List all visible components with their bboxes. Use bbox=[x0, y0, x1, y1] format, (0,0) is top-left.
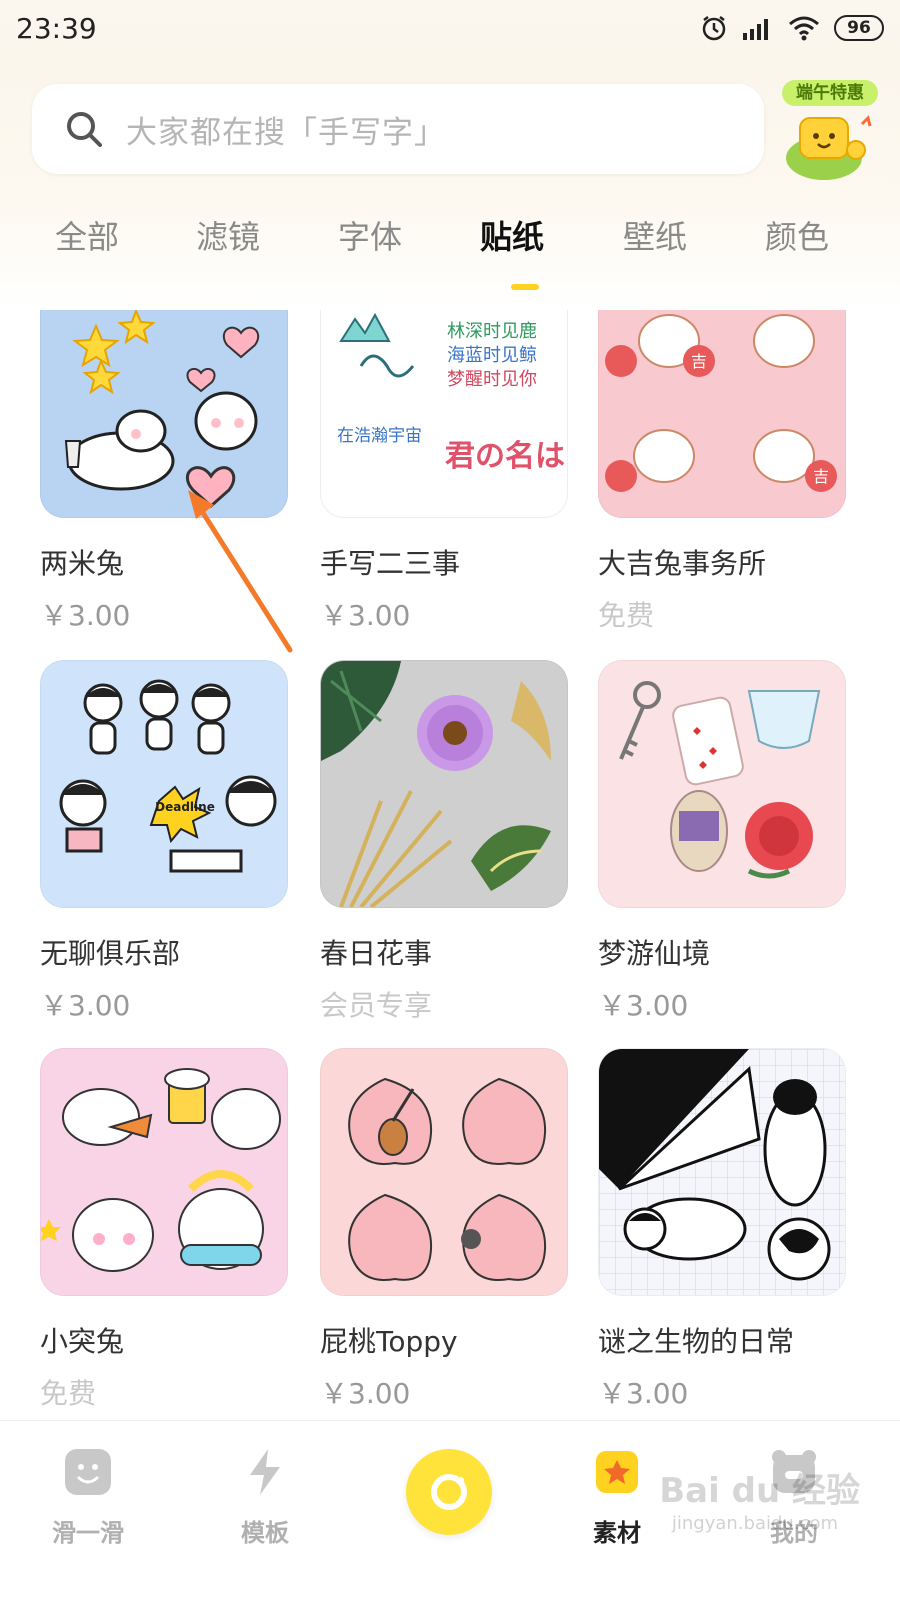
sticker-price: 免费 bbox=[40, 1377, 97, 1410]
tab-fonts[interactable]: 字体 bbox=[310, 212, 430, 258]
sticker-card[interactable]: 屁桃Toppy ￥3.00 bbox=[320, 1048, 568, 1412]
handwriting-line: 君の名は bbox=[445, 439, 565, 474]
category-tabs: 全部 滤镜 字体 贴纸 壁纸 颜色 bbox=[0, 212, 900, 282]
spring-flower-sticker-art bbox=[321, 661, 551, 907]
gift-mascot-icon bbox=[786, 115, 872, 180]
sticker-thumbnail[interactable]: 林深时见鹿 海蓝时见鲸 梦醒时见你 在浩瀚宇宙 君の名は bbox=[320, 310, 568, 518]
tab-stickers[interactable]: 贴纸 bbox=[452, 212, 572, 258]
ji-character: 吉 bbox=[691, 352, 707, 371]
sticker-card[interactable]: 林深时见鹿 海蓝时见鲸 梦醒时见你 在浩瀚宇宙 君の名は 手写二三事 ￥3.00 bbox=[320, 310, 568, 634]
lucky-bunny-sticker-art: 吉 吉 bbox=[605, 314, 837, 492]
sticker-card[interactable]: 吉 吉 大吉兔事务所 免费 bbox=[598, 310, 846, 634]
search-placeholder: 大家都在搜「手写字」 bbox=[126, 114, 446, 151]
sticker-card[interactable]: 春日花事 会员专享 bbox=[320, 660, 568, 1024]
handwriting-line: 在浩瀚宇宙 bbox=[337, 426, 422, 446]
battery-icon: 96 bbox=[834, 15, 884, 41]
sticker-card[interactable]: 两米兔 ￥3.00 bbox=[40, 310, 288, 634]
sticker-thumbnail[interactable] bbox=[40, 310, 288, 518]
sticker-thumbnail[interactable]: Deadline bbox=[40, 660, 288, 908]
peach-toppy-sticker-art bbox=[348, 1077, 547, 1281]
nav-label: 滑一滑 bbox=[52, 1519, 124, 1547]
sticker-thumbnail[interactable]: 吉 吉 bbox=[598, 310, 846, 518]
sticker-name: 屁桃Toppy bbox=[320, 1325, 458, 1358]
lightning-icon bbox=[250, 1449, 280, 1495]
sticker-name: 春日花事 bbox=[320, 937, 433, 970]
sticker-name: 手写二三事 bbox=[320, 547, 461, 580]
sticker-card[interactable]: 梦游仙境 ￥3.00 bbox=[598, 660, 846, 1024]
sticker-thumbnail[interactable] bbox=[598, 660, 846, 908]
camera-button[interactable] bbox=[406, 1449, 492, 1535]
status-icons: 96 bbox=[700, 14, 884, 42]
sticker-price: ￥3.00 bbox=[320, 1377, 411, 1410]
sticker-thumbnail[interactable] bbox=[40, 1048, 288, 1296]
boring-club-sticker-art: Deadline bbox=[59, 679, 277, 873]
handwriting-line: 海蓝时见鲸 bbox=[447, 345, 537, 366]
ji-character: 吉 bbox=[813, 467, 829, 486]
sticker-grid: 两米兔 ￥3.00 林深时见鹿 海蓝时见鲸 梦醒时见你 在浩瀚宇宙 君の名は 手… bbox=[0, 310, 900, 1420]
sticker-thumbnail[interactable] bbox=[320, 660, 568, 908]
sticker-price: ￥3.00 bbox=[40, 989, 131, 1022]
baidu-watermark-url: jingyan.baidu.com bbox=[671, 1513, 838, 1534]
sticker-price: ￥3.00 bbox=[598, 989, 689, 1022]
deadline-text: Deadline bbox=[155, 800, 215, 814]
nav-label: 素材 bbox=[593, 1519, 641, 1547]
sticker-name: 小突兔 bbox=[40, 1325, 125, 1358]
sticker-card[interactable]: 谜之生物的日常 ￥3.00 bbox=[598, 1048, 846, 1412]
tab-colors[interactable]: 颜色 bbox=[737, 212, 857, 258]
bunny-sticker-art bbox=[64, 310, 260, 509]
little-bunny-sticker-art bbox=[41, 1068, 281, 1272]
sticker-price: ￥3.00 bbox=[40, 599, 131, 632]
star-bag-icon bbox=[596, 1451, 638, 1493]
tab-wallpapers[interactable]: 壁纸 bbox=[595, 212, 715, 258]
alarm-icon bbox=[702, 16, 726, 41]
bottom-nav: 滑一滑 模板 素材 我的 Bai du 经验 jingyan.baidu.com bbox=[0, 1420, 900, 1601]
sticker-name: 大吉兔事务所 bbox=[598, 547, 767, 580]
promo-label: 端午特惠 bbox=[782, 80, 878, 106]
tab-filters[interactable]: 滤镜 bbox=[168, 212, 288, 258]
wifi-icon bbox=[789, 16, 819, 41]
sticker-thumbnail[interactable] bbox=[598, 1048, 846, 1296]
tab-all[interactable]: 全部 bbox=[27, 212, 147, 258]
active-tab-indicator bbox=[511, 284, 539, 290]
signal-icon bbox=[743, 19, 768, 40]
sticker-thumbnail[interactable] bbox=[320, 1048, 568, 1296]
status-bar: 23:39 96 bbox=[0, 0, 900, 62]
camera-icon bbox=[431, 1474, 467, 1510]
sticker-name: 谜之生物的日常 bbox=[598, 1325, 795, 1358]
sticker-card[interactable]: Deadline 无聊俱乐部 ￥3.00 bbox=[40, 660, 288, 1024]
nav-swipe[interactable]: 滑一滑 bbox=[28, 1447, 148, 1548]
mystery-creature-sticker-art bbox=[599, 1049, 845, 1295]
nav-templates[interactable]: 模板 bbox=[205, 1447, 325, 1548]
search-icon bbox=[67, 112, 102, 147]
baidu-watermark: Bai du 经验 bbox=[659, 1471, 860, 1511]
nav-label: 模板 bbox=[241, 1519, 289, 1547]
handwriting-line: 林深时见鹿 bbox=[447, 321, 537, 342]
sticker-card[interactable]: 小突兔 免费 bbox=[40, 1048, 288, 1412]
handwriting-line: 梦醒时见你 bbox=[447, 369, 537, 390]
status-time: 23:39 bbox=[16, 12, 97, 45]
wonderland-sticker-art bbox=[619, 681, 821, 879]
sticker-name: 梦游仙境 bbox=[598, 937, 711, 970]
smiley-icon bbox=[65, 1449, 111, 1495]
sticker-price: 免费 bbox=[598, 599, 655, 632]
promo-badge[interactable]: 端午特惠 bbox=[782, 80, 882, 190]
sticker-name: 无聊俱乐部 bbox=[40, 937, 181, 970]
sticker-name: 两米兔 bbox=[40, 547, 125, 580]
sticker-price: 会员专享 bbox=[320, 989, 433, 1022]
search-bar[interactable]: 大家都在搜「手写字」 bbox=[32, 84, 764, 174]
sticker-price: ￥3.00 bbox=[598, 1377, 689, 1410]
header: 大家都在搜「手写字」 端午特惠 全部 滤镜 字体 贴纸 壁纸 颜色 bbox=[0, 62, 900, 310]
sticker-price: ￥3.00 bbox=[320, 599, 411, 632]
